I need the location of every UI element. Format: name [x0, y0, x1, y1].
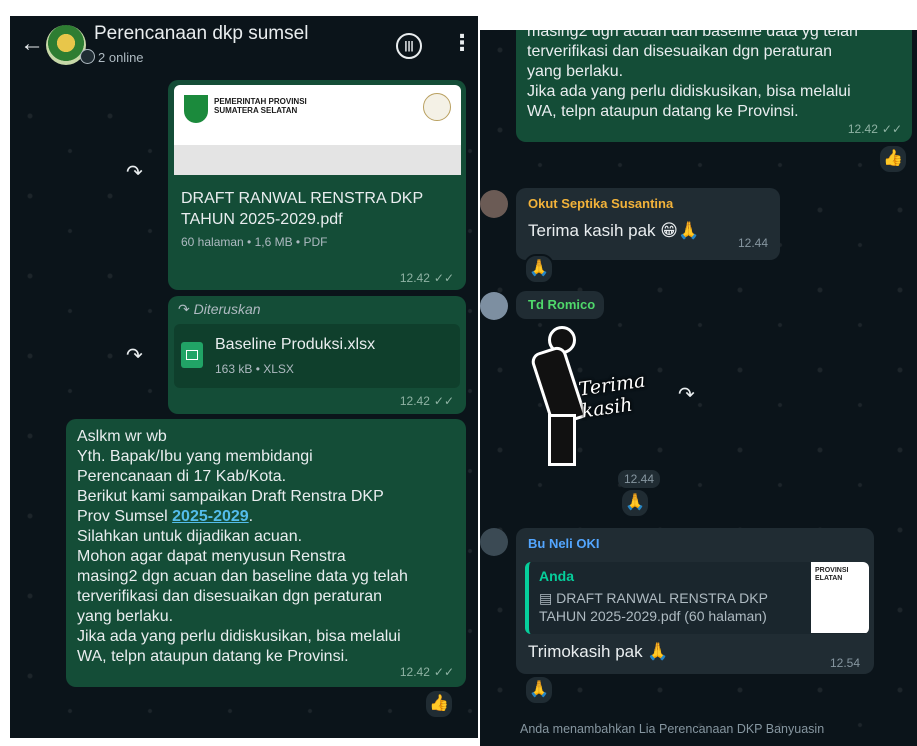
date-link[interactable]: 2025-2029 — [172, 508, 249, 525]
message-time: 12.42 ✓✓ — [399, 665, 454, 679]
message-time: 12.42 ✓✓ — [847, 122, 902, 136]
file-name: Baseline Produksi.xlsx — [215, 336, 376, 353]
reaction-badge[interactable]: 👍 — [424, 689, 454, 719]
read-ticks-icon: ✓✓ — [433, 394, 454, 408]
message-text: Aslkm wr wb Yth. Bapak/Ibu yang membidan… — [77, 428, 408, 665]
sender-name[interactable]: Bu Neli OKI — [528, 536, 600, 551]
forward-icon[interactable]: ↷ — [678, 382, 695, 407]
incoming-message[interactable]: Okut Septika Susantina Terima kasih pak … — [516, 188, 780, 260]
chat-header: ← Perencanaan dkp sumsel 2 online ||| ⋮ — [10, 16, 478, 80]
file-meta: 163 kB • XLSX — [215, 362, 294, 376]
chat-panel-left: ← Perencanaan dkp sumsel 2 online ||| ⋮ … — [10, 16, 478, 738]
quote-author: Anda — [539, 568, 574, 584]
reaction-badge[interactable]: 🙏 — [524, 254, 554, 284]
message-time: 12.42 ✓✓ — [399, 394, 454, 408]
forward-icon[interactable]: ↷ — [126, 343, 143, 368]
spreadsheet-message[interactable]: ↷ Diteruskan Baseline Produksi.xlsx 163 … — [168, 296, 466, 414]
sticker-message[interactable]: Terima kasih — [528, 322, 648, 466]
document-name: DRAFT RANWAL RENSTRA DKP TAHUN 2025-2029… — [181, 190, 423, 228]
sender-name[interactable]: Okut Septika Susantina — [528, 196, 673, 211]
message-time: 12.44 — [618, 470, 661, 488]
avatar-romico[interactable] — [480, 292, 508, 320]
message-time: 12.54 — [830, 656, 861, 670]
document-message[interactable]: PEMERINTAH PROVINSI SUMATERA SELATAN DRA… — [168, 80, 466, 290]
group-title[interactable]: Perencanaan dkp sumsel — [94, 23, 308, 45]
message-text: masing2 dgn acuan dan baseline data yg t… — [527, 30, 858, 120]
document-heading: PEMERINTAH PROVINSI SUMATERA SELATAN — [214, 97, 307, 115]
forwarded-icon: ↷ — [178, 301, 194, 317]
community-icon — [80, 49, 95, 64]
forwarded-label: ↷ Diteruskan — [178, 301, 261, 317]
system-notice: Anda menambahkan Lia Perencanaan DKP Ban… — [520, 722, 825, 736]
incoming-reply-message[interactable]: Bu Neli OKI Anda ▤ DRAFT RANWAL RENSTRA … — [516, 528, 874, 674]
spreadsheet-icon — [181, 342, 203, 368]
sender-chip: Td Romico — [516, 291, 604, 319]
file-card[interactable] — [174, 324, 460, 388]
chat-panel-right: masing2 dgn acuan dan baseline data yg t… — [480, 30, 917, 746]
message-time: 12.44 — [738, 236, 769, 250]
online-count: 2 online — [98, 50, 144, 65]
quote-thumb-label: PROVINSI ELATAN — [815, 567, 849, 582]
voice-chat-icon[interactable]: ||| — [396, 33, 422, 59]
message-time: 12.42 ✓✓ — [399, 271, 454, 285]
sender-name[interactable]: Td Romico — [528, 297, 595, 312]
forward-icon[interactable]: ↷ — [126, 160, 143, 185]
avatar-okut[interactable] — [480, 190, 508, 218]
document-meta: 60 halaman • 1,6 MB • PDF — [181, 235, 328, 249]
sticker-figure-legs — [548, 414, 576, 466]
reaction-badge[interactable]: 🙏 — [524, 675, 554, 705]
document-preview[interactable]: PEMERINTAH PROVINSI SUMATERA SELATAN — [174, 85, 461, 175]
avatar-neli[interactable] — [480, 528, 508, 556]
online-status: 2 online — [80, 49, 144, 65]
read-ticks-icon: ✓✓ — [433, 665, 454, 679]
province-logo — [184, 95, 208, 123]
reaction-badge[interactable]: 👍 — [878, 144, 908, 174]
read-ticks-icon: ✓✓ — [433, 271, 454, 285]
message-text: Terima kasih pak 😁🙏 — [528, 221, 700, 240]
announcement-message[interactable]: masing2 dgn acuan dan baseline data yg t… — [516, 30, 912, 142]
read-ticks-icon: ✓✓ — [881, 122, 902, 136]
more-options-icon[interactable]: ⋮ — [451, 30, 473, 56]
quote-text: ▤ DRAFT RANWAL RENSTRA DKP TAHUN 2025-20… — [539, 590, 768, 624]
sticker-caption: Terima kasih — [577, 369, 647, 423]
announcement-message[interactable]: Aslkm wr wb Yth. Bapak/Ibu yang membidan… — [66, 419, 466, 687]
quote-thumbnail: PROVINSI ELATAN — [811, 562, 869, 633]
message-text: Trimokasih pak 🙏 — [528, 642, 669, 661]
dkp-seal — [423, 93, 451, 121]
quoted-message[interactable]: Anda ▤ DRAFT RANWAL RENSTRA DKP TAHUN 20… — [525, 562, 869, 634]
back-arrow-icon[interactable]: ← — [20, 30, 44, 58]
reaction-badge[interactable]: 🙏 — [620, 488, 650, 518]
